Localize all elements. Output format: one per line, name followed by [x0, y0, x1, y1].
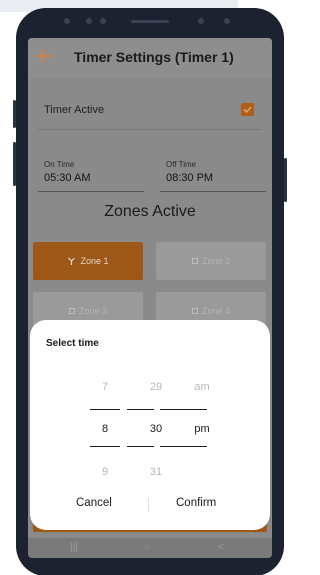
time-picker-dialog: Select time 7 8 9 29 30 31 am pm Cancel … [30, 320, 270, 530]
hour-prev: 7 [101, 381, 109, 393]
hour-divider-bottom [90, 446, 120, 447]
hour-next: 9 [101, 466, 109, 478]
period-divider-top [160, 409, 207, 410]
sensor-icon [64, 18, 70, 24]
minute-divider-bottom [127, 446, 154, 447]
zones-title: Zones Active [104, 203, 196, 220]
sensor-icon [86, 18, 92, 24]
zone-1-label: Zone 1 [80, 256, 109, 266]
zone-2-button[interactable]: Zone 2 [156, 242, 266, 280]
on-time-value: 05:30 AM [44, 172, 91, 184]
hour-divider-top [90, 409, 120, 410]
checkbox-icon [191, 258, 198, 264]
minute-divider-top [127, 409, 154, 410]
check-icon [243, 106, 252, 114]
off-time-field[interactable]: Off Time 08:30 PM [160, 156, 266, 192]
timer-active-row[interactable]: Timer Active [38, 96, 262, 130]
button-separator [148, 498, 149, 512]
front-camera-icon [198, 18, 204, 24]
dialog-title: Select time [46, 338, 99, 349]
off-time-value: 08:30 PM [166, 172, 214, 184]
confirm-button[interactable]: Confirm [176, 497, 216, 509]
phone-top-bezel [28, 8, 272, 38]
period-picker[interactable]: am pm [162, 378, 242, 478]
hour-picker[interactable]: 7 8 9 [82, 378, 128, 478]
side-button [284, 158, 287, 202]
app-bar: Timer Settings (Timer 1) [28, 38, 272, 78]
off-time-label: Off Time [166, 160, 197, 169]
home-icon[interactable]: ○ [144, 542, 150, 553]
cancel-button[interactable]: Cancel [76, 497, 112, 509]
zone-2-label: Zone 2 [201, 256, 231, 266]
period-selected: pm [194, 423, 210, 435]
on-time-label: On Time [44, 160, 75, 169]
zone-3-label: Zone 3 [78, 306, 108, 316]
phone-frame: Timer Settings (Timer 1) Timer Active On… [13, 8, 287, 575]
system-nav-bar: ||| ○ < [28, 538, 272, 558]
hour-selected: 8 [101, 423, 109, 435]
period-divider-bottom [160, 446, 207, 447]
phone-screen: Timer Settings (Timer 1) Timer Active On… [28, 38, 272, 558]
recents-icon[interactable]: ||| [70, 542, 78, 553]
back-icon[interactable]: < [218, 542, 224, 553]
checkbox-icon [191, 308, 198, 314]
speaker-grille [131, 20, 169, 23]
arrow-left-icon[interactable] [36, 47, 54, 65]
period-prev: am [194, 381, 210, 393]
zone-4-label: Zone 4 [201, 306, 231, 316]
timer-active-checkbox[interactable] [241, 103, 254, 116]
on-time-field[interactable]: On Time 05:30 AM [38, 156, 144, 192]
volume-button [13, 142, 16, 186]
timer-active-label: Timer Active [44, 104, 105, 116]
sprinkler-icon [68, 257, 76, 265]
sensor-icon [100, 18, 106, 24]
zone-1-button[interactable]: Zone 1 [33, 242, 143, 280]
power-button [13, 100, 16, 128]
sensor-icon [224, 18, 230, 24]
checkbox-icon [68, 308, 75, 314]
page-title: Timer Settings (Timer 1) [74, 49, 234, 65]
